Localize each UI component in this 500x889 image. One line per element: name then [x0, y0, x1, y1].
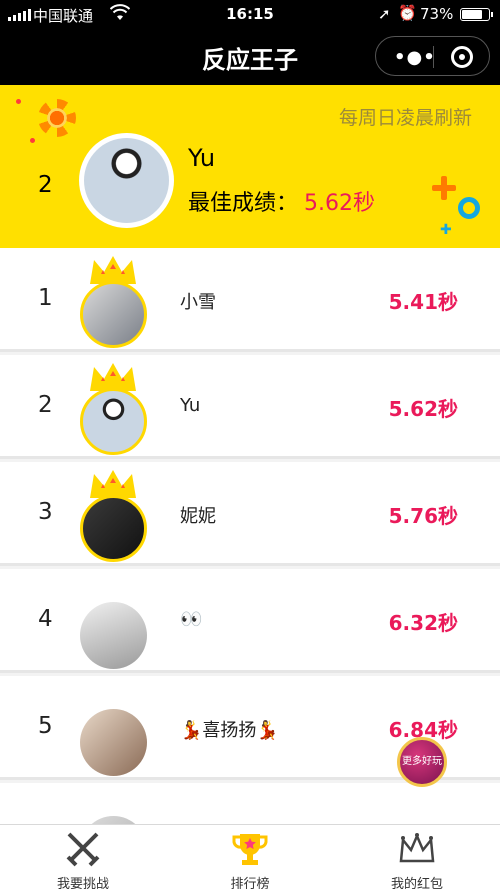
row-rank: 1	[38, 285, 53, 311]
tab-label: 排行榜	[230, 877, 270, 889]
my-avatar	[79, 133, 174, 228]
row-time: 5.62秒	[388, 397, 458, 421]
row-name: 小雪	[180, 292, 216, 313]
tab-challenge[interactable]: 我要挑战	[0, 825, 166, 889]
leaderboard-row[interactable]: 1 小雪 5.41秒	[0, 248, 500, 352]
capsule-divider	[433, 46, 434, 68]
row-rank: 5	[38, 713, 53, 739]
plus-small-decor-icon: ✚	[440, 222, 452, 238]
row-time: 5.41秒	[388, 290, 458, 314]
flower-decor-icon	[38, 99, 76, 137]
more-fun-button[interactable]: 更多好玩	[386, 737, 458, 787]
my-rank-card: 每周日凌晨刷新 2 Yu 最佳成绩： 5.62秒	[0, 85, 500, 248]
battery-percent: 73%	[420, 5, 454, 23]
row-avatar	[80, 495, 147, 562]
best-score-label: 最佳成绩：	[188, 191, 299, 216]
tab-label: 我要挑战	[56, 877, 109, 889]
row-rank: 2	[38, 392, 53, 418]
row-name: 👀	[180, 609, 203, 630]
alarm-icon: ⏰	[398, 4, 417, 22]
trophy-icon	[232, 834, 268, 865]
best-score: 最佳成绩： 5.62秒	[188, 185, 375, 217]
row-name: 妮妮	[180, 506, 216, 527]
my-rank-number: 2	[38, 172, 53, 198]
row-time: 6.32秒	[388, 611, 458, 635]
row-avatar	[80, 709, 147, 776]
more-dots-icon[interactable]: •●•	[394, 47, 436, 68]
tab-label: 我的红包	[390, 877, 443, 889]
row-rank: 3	[38, 499, 53, 525]
my-name: Yu	[188, 144, 216, 172]
row-name: Yu	[180, 395, 201, 416]
crown-outline-icon	[399, 832, 435, 863]
swords-icon	[66, 832, 100, 867]
nav-bar: 反应王子 •●•	[0, 28, 500, 85]
leaderboard-row[interactable]: 2 Yu 5.62秒	[0, 355, 500, 459]
plus-decor-icon	[432, 176, 456, 200]
row-time: 5.76秒	[388, 504, 458, 528]
row-name: 💃喜扬扬💃	[180, 720, 279, 741]
battery-icon	[460, 8, 493, 21]
decor-dot	[16, 99, 21, 104]
decor-dot	[30, 138, 35, 143]
status-bar: 中国联通 16:15 ➚ ⏰ 73%	[0, 0, 500, 28]
row-avatar	[80, 388, 147, 455]
best-score-value: 5.62秒	[304, 191, 376, 216]
leaderboard-row[interactable]: 4 👀 6.32秒	[0, 569, 500, 673]
target-close-icon[interactable]	[451, 46, 473, 68]
miniprogram-capsule: •●•	[375, 36, 490, 76]
row-avatar	[80, 281, 147, 348]
tab-ranking[interactable]: 排行榜	[167, 825, 333, 889]
refresh-note: 每周日凌晨刷新	[338, 107, 472, 129]
tab-bar: 我要挑战 排行榜 我的红包	[0, 824, 500, 889]
leaderboard-row[interactable]: 3 妮妮 5.76秒	[0, 462, 500, 566]
row-rank: 4	[38, 606, 53, 632]
row-avatar	[80, 602, 147, 669]
location-arrow-icon: ➚	[378, 5, 391, 23]
ring-decor-icon	[458, 197, 480, 219]
tab-red-packet[interactable]: 我的红包	[334, 825, 500, 889]
more-fun-label: 更多好玩	[397, 737, 447, 787]
